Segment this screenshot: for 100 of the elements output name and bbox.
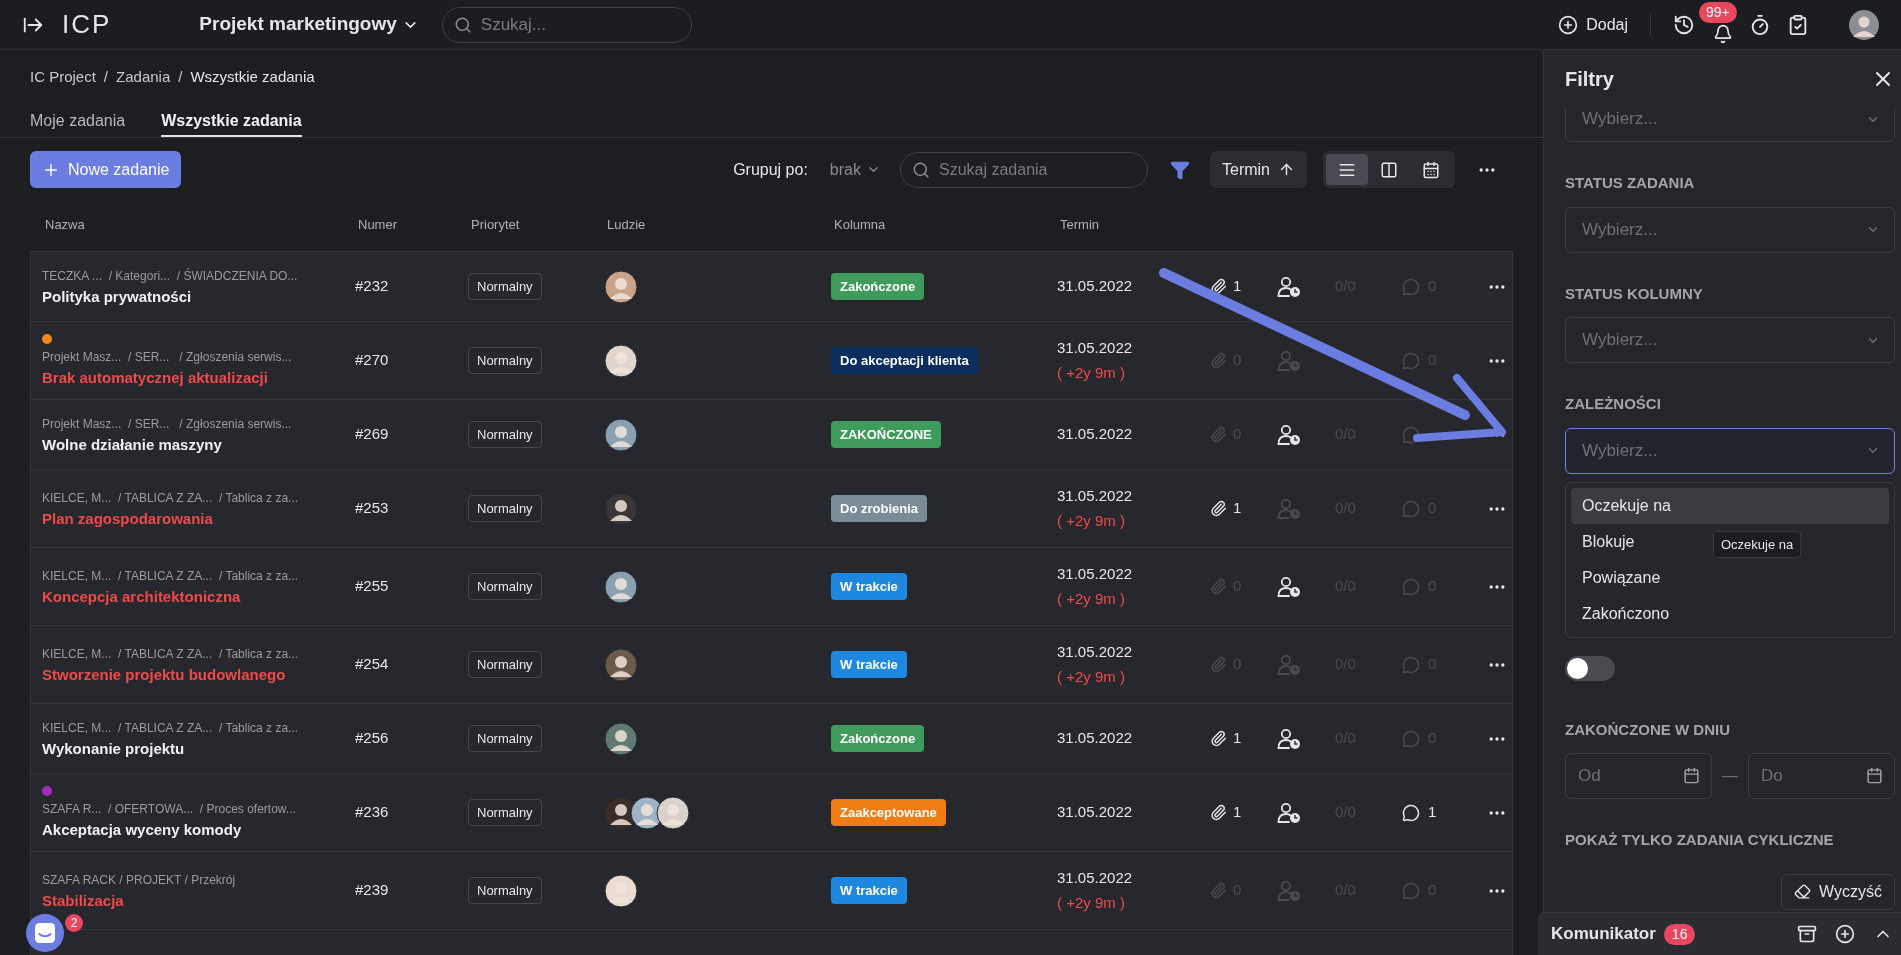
task-path[interactable]: TECZKA ... / Kategori... / ŚWIADCZENIA DO... xyxy=(42,267,355,285)
task-path[interactable]: Projekt Masz... / SER... / Zgłoszenia serwis... xyxy=(42,348,355,366)
attachments-count[interactable]: 1 xyxy=(1210,727,1242,750)
breadcrumb-item[interactable]: Zadania xyxy=(116,65,171,89)
clear-button[interactable]: Wyczyść xyxy=(1781,873,1895,910)
add-button[interactable]: Dodaj xyxy=(1558,12,1628,37)
select-field[interactable]: Wybierz... xyxy=(1565,427,1895,474)
task-search-field[interactable]: Szukaj zadania xyxy=(900,151,1148,188)
task-name[interactable]: Brak automatycznej aktualizacji xyxy=(42,369,268,387)
task-name[interactable]: Akceptacja wyceny komody xyxy=(42,821,242,839)
task-path[interactable]: Projekt Masz... / SER... / Zgłoszenia serwis... xyxy=(42,415,355,433)
task-path[interactable]: SZAFA R... / OFERTOWA... / Proces ofertow... xyxy=(42,800,355,818)
select-field[interactable]: Wybierz... xyxy=(1565,206,1895,253)
task-number: #270 xyxy=(355,350,390,371)
project-switcher[interactable]: Projekt marketingowy xyxy=(199,10,416,39)
overdue-text: ( +2y 9m ) xyxy=(1057,363,1126,383)
search-field[interactable]: Szukaj... xyxy=(441,6,692,43)
due-date: 31.05.2022 xyxy=(1057,802,1134,823)
column-header[interactable]: Ludzie xyxy=(607,215,834,235)
user-avatar[interactable] xyxy=(1849,9,1879,40)
user-clock-icon[interactable] xyxy=(1277,423,1301,446)
archive-icon[interactable] xyxy=(1797,924,1817,944)
task-number: #256 xyxy=(355,728,390,749)
view-toggle[interactable] xyxy=(1326,154,1368,185)
attachments-count[interactable]: 1 xyxy=(1210,801,1242,824)
status-tag[interactable]: W trakcie xyxy=(831,650,907,679)
status-tag[interactable]: W trakcie xyxy=(831,572,907,601)
task-number: #269 xyxy=(355,424,390,445)
due-date: 31.05.2022 xyxy=(1057,728,1134,749)
select-field[interactable]: Wybierz... xyxy=(1565,317,1895,363)
status-tag[interactable]: Zaakceptowane xyxy=(831,798,946,827)
logo[interactable]: ICP xyxy=(62,5,112,44)
user-clock-icon[interactable] xyxy=(1277,727,1301,750)
task-name[interactable]: Stabilizacja xyxy=(42,892,124,910)
dropdown-option[interactable]: Powiązane xyxy=(1571,559,1672,596)
column-header[interactable]: Nazwa xyxy=(45,215,358,235)
notifications-icon[interactable] xyxy=(1713,23,1733,44)
group-by-select[interactable]: brak xyxy=(817,151,890,188)
task-path[interactable]: KIELCE, M... / TABLICA Z ZA... / Tablica z za... xyxy=(42,645,355,663)
user-clock-icon[interactable] xyxy=(1277,575,1301,598)
filter-icon[interactable] xyxy=(1170,159,1190,180)
history-icon[interactable] xyxy=(1673,13,1695,36)
messenger-title: Komunikator xyxy=(1551,923,1656,946)
filter-label: STATUS KOLUMNY xyxy=(1565,283,1704,304)
attachments-count[interactable]: 1 xyxy=(1210,275,1242,298)
date-field[interactable]: Do xyxy=(1748,753,1895,799)
messenger-bar[interactable]: Komunikator 16 xyxy=(1538,912,1901,955)
breadcrumb-item[interactable]: IC Project xyxy=(30,65,96,89)
status-tag[interactable]: ZAKOŃCZONE xyxy=(831,420,941,449)
task-path[interactable]: KIELCE, M... / TABLICA Z ZA... / Tablica z za... xyxy=(42,719,355,737)
dropdown-option[interactable]: Oczekuje na xyxy=(1571,487,1889,524)
select-field[interactable]: Wybierz... xyxy=(1565,108,1895,142)
status-tag[interactable]: Do akceptacji klienta xyxy=(831,346,978,375)
task-name[interactable]: Polityka prywatności xyxy=(42,288,192,306)
new-task-button[interactable]: Nowe zadanie xyxy=(30,151,182,188)
attachments-count[interactable]: 1 xyxy=(1210,497,1242,520)
column-header[interactable]: Kolumna xyxy=(834,215,1060,235)
comment-icon xyxy=(1402,351,1420,370)
status-tag[interactable]: Zakończone xyxy=(831,724,925,753)
clipboard-icon[interactable] xyxy=(1787,13,1809,36)
dropdown-option[interactable]: Zakończono xyxy=(1571,595,1681,632)
column-header[interactable]: Priorytet xyxy=(471,215,607,235)
task-name[interactable]: Wykonanie projektu xyxy=(42,740,185,758)
search-icon xyxy=(453,15,472,34)
comment-icon xyxy=(1402,655,1420,674)
task-path[interactable]: KIELCE, M... / TABLICA Z ZA... / Tablica z za... xyxy=(42,489,355,507)
task-name[interactable]: Stworzenie projektu budowlanego xyxy=(42,666,286,684)
status-tag[interactable]: Do zrobienia xyxy=(831,494,927,523)
stopwatch-icon[interactable] xyxy=(1749,13,1771,36)
tab[interactable]: Moje zadania xyxy=(30,107,126,137)
paperclip-icon xyxy=(1210,352,1227,369)
comment-icon xyxy=(1402,277,1420,296)
filter-label: ZALEŻNOŚCI xyxy=(1565,394,1662,414)
sort-button[interactable]: Termin xyxy=(1210,151,1307,188)
task-name[interactable]: Wolne działanie maszyny xyxy=(42,436,222,454)
paperclip-icon xyxy=(1210,500,1227,517)
comments-count[interactable]: 1 xyxy=(1402,801,1437,824)
task-path[interactable]: SZAFA RACK / PROJEKT / Przekrój xyxy=(42,871,355,889)
priority-tag: Normalny xyxy=(468,346,542,375)
task-name[interactable]: Plan zagospodarowania xyxy=(42,510,213,528)
status-tag[interactable]: Zakończone xyxy=(831,272,925,301)
task-path[interactable]: KIELCE, M... / TABLICA Z ZA... / Tablica z za... xyxy=(42,567,355,585)
paperclip-icon xyxy=(1210,882,1227,899)
date-field[interactable]: Od xyxy=(1565,753,1712,799)
tab[interactable]: Wszystkie zadania xyxy=(161,107,302,137)
task-name[interactable]: Koncepcja architektoniczna xyxy=(42,588,241,606)
column-header[interactable]: Numer xyxy=(358,215,471,235)
overdue-text: ( +2y 9m ) xyxy=(1057,589,1126,609)
dropdown-option[interactable]: Blokuje xyxy=(1571,523,1646,560)
column-header[interactable]: Termin xyxy=(1060,215,1213,235)
plus-icon[interactable] xyxy=(1835,924,1855,944)
breadcrumb-separator: / xyxy=(178,66,183,87)
status-tag[interactable]: W trakcie xyxy=(831,876,907,905)
chevron-down-icon xyxy=(1868,337,1878,343)
user-clock-icon[interactable] xyxy=(1277,801,1301,824)
comments-count[interactable] xyxy=(1402,425,1420,444)
toggle-switch[interactable] xyxy=(1565,655,1615,681)
paperclip-icon xyxy=(1210,578,1227,595)
board-view-icon xyxy=(1380,160,1398,179)
user-clock-icon[interactable] xyxy=(1277,275,1301,298)
